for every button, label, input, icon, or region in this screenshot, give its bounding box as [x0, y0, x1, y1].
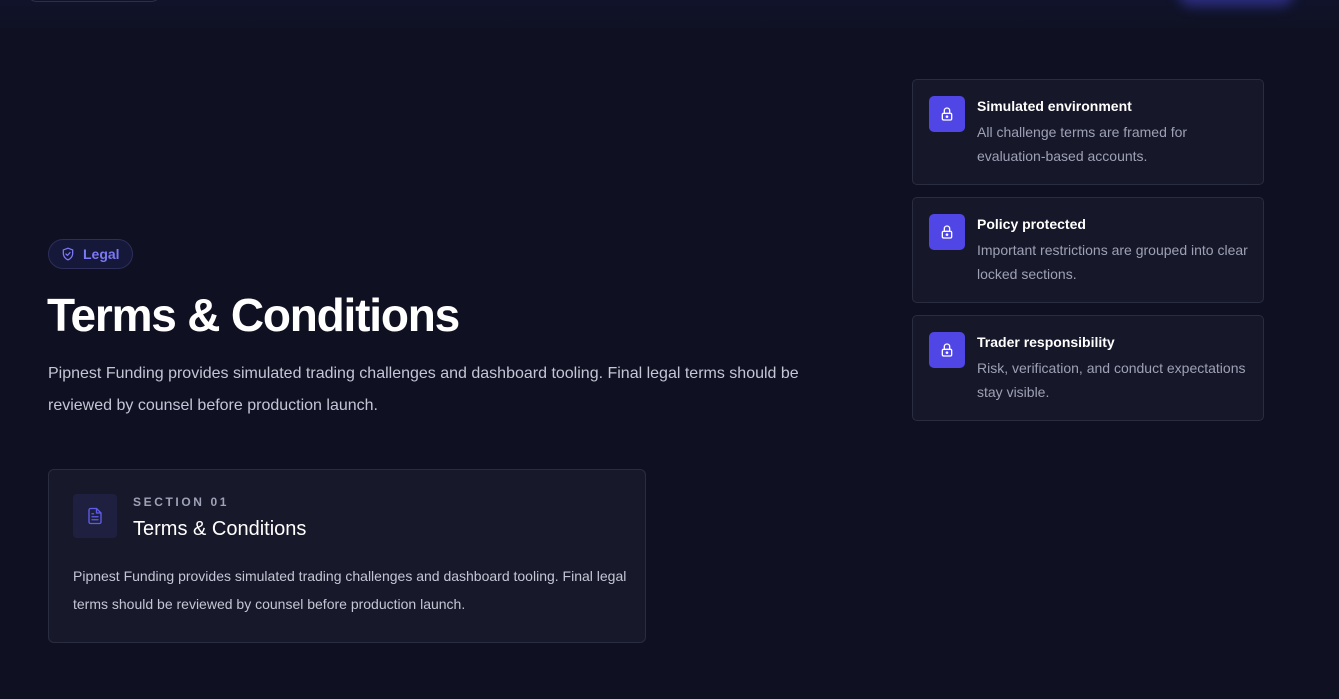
header-area — [0, 0, 1339, 34]
nav-pill[interactable] — [26, 0, 162, 2]
lock-icon — [929, 96, 965, 132]
section-body: Pipnest Funding provides simulated tradi… — [73, 568, 627, 612]
legal-badge: Legal — [48, 239, 133, 269]
section-card: SECTION 01 Terms & Conditions Pipnest Fu… — [48, 469, 646, 643]
cta-button-glow[interactable] — [1178, 0, 1294, 6]
section-title: Terms & Conditions — [133, 518, 307, 540]
feature-description: All challenge terms are framed for evalu… — [977, 124, 1188, 164]
intro-text: Pipnest Funding provides simulated tradi… — [48, 365, 799, 414]
feature-card-policy-protected: Policy protected Important restrictions … — [912, 197, 1264, 303]
feature-card-trader-responsibility: Trader responsibility Risk, verification… — [912, 315, 1264, 421]
feature-title: Simulated environment — [977, 98, 1132, 114]
lock-icon — [929, 214, 965, 250]
lock-icon — [929, 332, 965, 368]
feature-title: Policy protected — [977, 216, 1086, 232]
feature-description: Important restrictions are grouped into … — [977, 242, 1248, 282]
terms-page: Legal Terms & Conditions Pipnest Funding… — [0, 0, 1339, 699]
badge-label: Legal — [83, 246, 120, 262]
section-number: SECTION 01 — [133, 495, 230, 509]
document-icon — [73, 494, 117, 538]
feature-title: Trader responsibility — [977, 334, 1115, 350]
feature-card-simulated-environment: Simulated environment All challenge term… — [912, 79, 1264, 185]
feature-description: Risk, verification, and conduct expectat… — [977, 360, 1246, 400]
page-title: Terms & Conditions — [47, 289, 460, 341]
shield-check-icon — [61, 247, 75, 261]
